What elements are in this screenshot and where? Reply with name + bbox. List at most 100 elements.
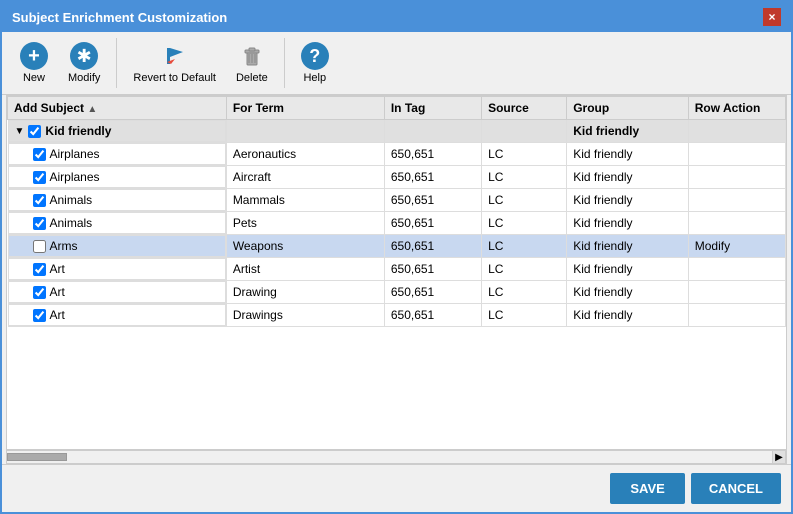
toolbar-divider-2 xyxy=(284,38,285,88)
data-table: Add Subject ▲ For Term In Tag Source xyxy=(7,96,786,327)
for-term-cell: Mammals xyxy=(226,189,384,212)
cancel-button[interactable]: CANCEL xyxy=(691,473,781,504)
in-tag-cell: 650,651 xyxy=(384,189,481,212)
source-cell: LC xyxy=(482,166,567,189)
group-cell: Kid friendly xyxy=(567,166,689,189)
source-cell: LC xyxy=(482,258,567,281)
row-checkbox[interactable] xyxy=(33,148,46,161)
in-tag-cell: 650,651 xyxy=(384,258,481,281)
horizontal-scrollbar[interactable]: ▶ xyxy=(6,450,787,464)
revert-button[interactable]: Revert to Default xyxy=(125,38,224,88)
source-cell: LC xyxy=(482,281,567,304)
subject-label: Kid friendly xyxy=(45,124,111,138)
table-wrapper[interactable]: Add Subject ▲ For Term In Tag Source xyxy=(6,95,787,450)
close-button[interactable]: × xyxy=(763,8,781,26)
col-add-subject-label: Add Subject xyxy=(14,101,84,115)
table-row: ArtDrawings650,651LCKid friendly xyxy=(8,304,786,327)
subject-cell: Airplanes xyxy=(8,166,226,188)
subject-cell: Arms xyxy=(8,235,226,257)
col-header-add-subject[interactable]: Add Subject ▲ xyxy=(8,97,227,120)
source-cell: LC xyxy=(482,189,567,212)
for-term-cell: Drawing xyxy=(226,281,384,304)
col-header-source: Source xyxy=(482,97,567,120)
subject-label: Airplanes xyxy=(50,170,100,184)
save-button[interactable]: SAVE xyxy=(610,473,684,504)
trash-icon xyxy=(238,42,266,70)
group-cell: Kid friendly xyxy=(567,189,689,212)
row-checkbox[interactable] xyxy=(33,286,46,299)
in-tag-cell: 650,651 xyxy=(384,281,481,304)
modify-icon: ✱ xyxy=(70,42,98,70)
help-button[interactable]: ? Help xyxy=(293,38,337,88)
col-header-for-term: For Term xyxy=(226,97,384,120)
subject-cell: Art xyxy=(8,304,226,326)
delete-button[interactable]: Delete xyxy=(228,38,276,88)
revert-label: Revert to Default xyxy=(133,72,216,84)
source-cell: LC xyxy=(482,212,567,235)
group-cell: Kid friendly xyxy=(567,281,689,304)
in-tag-cell: 650,651 xyxy=(384,166,481,189)
for-term-cell: Weapons xyxy=(226,235,384,258)
col-header-row-action: Row Action xyxy=(688,97,785,120)
title-bar: Subject Enrichment Customization × xyxy=(2,2,791,32)
new-label: New xyxy=(23,72,45,84)
modify-button[interactable]: ✱ Modify xyxy=(60,38,108,88)
for-term-cell: Pets xyxy=(226,212,384,235)
subject-cell: Animals xyxy=(8,212,226,234)
table-row: Airplanes Aircraft650,651LCKid friendly xyxy=(8,166,786,189)
expand-icon[interactable]: ▼ xyxy=(15,126,25,137)
row-checkbox[interactable] xyxy=(33,194,46,207)
row-checkbox[interactable] xyxy=(33,263,46,276)
subject-label: Art xyxy=(50,262,65,276)
row-action-cell xyxy=(688,120,785,143)
row-action-cell xyxy=(688,212,785,235)
in-tag-cell: 650,651 xyxy=(384,304,481,327)
modify-label: Modify xyxy=(68,72,100,84)
dialog-title: Subject Enrichment Customization xyxy=(12,10,227,25)
subject-cell: Animals xyxy=(8,189,226,211)
row-action-cell xyxy=(688,258,785,281)
source-cell xyxy=(482,120,567,143)
table-row: AnimalsPets650,651LCKid friendly xyxy=(8,212,786,235)
for-term-cell: Drawings xyxy=(226,304,384,327)
in-tag-cell: 650,651 xyxy=(384,235,481,258)
row-checkbox[interactable] xyxy=(33,171,46,184)
col-header-group: Group xyxy=(567,97,689,120)
footer: SAVE CANCEL xyxy=(2,464,791,512)
for-term-cell xyxy=(226,120,384,143)
row-action-cell xyxy=(688,281,785,304)
group-cell: Kid friendly xyxy=(567,120,689,143)
table-row: Animals Mammals650,651LCKid friendly xyxy=(8,189,786,212)
toolbar-divider xyxy=(116,38,117,88)
group-cell: Kid friendly xyxy=(567,304,689,327)
for-term-cell: Artist xyxy=(226,258,384,281)
table-row: ArtDrawing650,651LCKid friendly xyxy=(8,281,786,304)
table-row: ArmsWeapons650,651LCKid friendlyModify xyxy=(8,235,786,258)
subject-cell: Airplanes xyxy=(8,143,226,165)
delete-label: Delete xyxy=(236,72,268,84)
for-term-cell: Aircraft xyxy=(226,166,384,189)
group-cell: Kid friendly xyxy=(567,212,689,235)
group-cell: Kid friendly xyxy=(567,258,689,281)
col-header-in-tag: In Tag xyxy=(384,97,481,120)
toolbar: + New ✱ Modify Revert to Default xyxy=(2,32,791,95)
new-button[interactable]: + New xyxy=(12,38,56,88)
row-checkbox[interactable] xyxy=(28,125,41,138)
subject-cell: ▼ Kid friendly xyxy=(8,120,226,142)
row-checkbox[interactable] xyxy=(33,309,46,322)
source-cell: LC xyxy=(482,143,567,166)
subject-label: Animals xyxy=(50,193,93,207)
source-cell: LC xyxy=(482,304,567,327)
for-term-cell: Aeronautics xyxy=(226,143,384,166)
row-checkbox[interactable] xyxy=(33,240,46,253)
in-tag-cell xyxy=(384,120,481,143)
help-icon: ? xyxy=(301,42,329,70)
row-action-cell xyxy=(688,189,785,212)
row-checkbox[interactable] xyxy=(33,217,46,230)
table-container: Add Subject ▲ For Term In Tag Source xyxy=(6,95,787,464)
subject-cell: Art xyxy=(8,258,226,280)
row-action-cell xyxy=(688,166,785,189)
in-tag-cell: 650,651 xyxy=(384,143,481,166)
row-action-cell xyxy=(688,304,785,327)
scroll-right-btn[interactable]: ▶ xyxy=(772,450,786,464)
